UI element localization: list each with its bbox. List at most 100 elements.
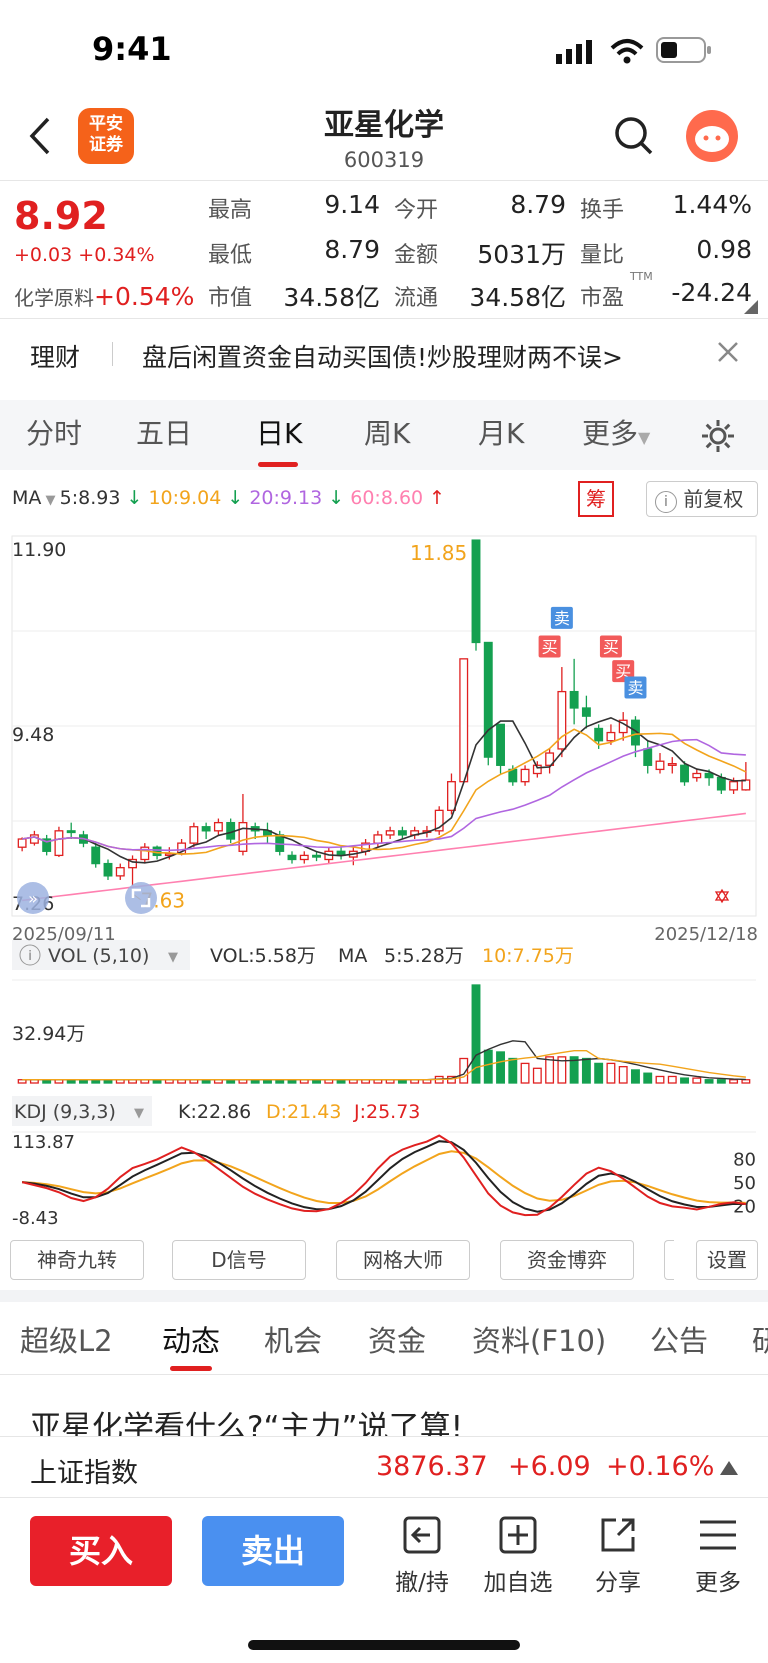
vol-bar — [667, 1075, 677, 1084]
indicator-d-signal[interactable]: D信号 — [172, 1240, 306, 1280]
amount-value: 5031万 — [477, 240, 566, 269]
quote-panel: 8.92 +0.03 +0.34% 化学原料+0.54% 最高 9.14 最低 … — [0, 182, 768, 318]
chart-start-date: 2025/09/11 — [12, 924, 116, 945]
open-label: 今开 — [394, 198, 439, 223]
tab-announcement[interactable]: 公告 — [650, 1318, 708, 1360]
gear-icon[interactable] — [700, 418, 736, 454]
ma20-value: 20:9.13 — [249, 487, 323, 509]
tab-monthly-k[interactable]: 月K — [478, 412, 524, 452]
tab-more[interactable]: 更多▼ — [582, 412, 650, 452]
search-icon[interactable] — [614, 116, 654, 156]
tab-daily-k[interactable]: 日K — [256, 412, 302, 452]
cancel-hold-tool[interactable]: 撤/持 — [382, 1515, 462, 1597]
candle-body — [373, 834, 383, 844]
share-tool[interactable]: 分享 — [578, 1515, 658, 1597]
battery-icon — [656, 37, 711, 63]
ma5-value: 5:8.93 — [59, 487, 121, 509]
candle-body — [643, 748, 653, 766]
candle-body — [66, 830, 76, 834]
vol-bar — [643, 1072, 653, 1084]
candle-body — [716, 776, 726, 791]
tab-news[interactable]: 动态 — [162, 1318, 220, 1360]
kdj-y-bottom: -8.43 — [12, 1208, 59, 1229]
candle-body — [17, 838, 27, 848]
float-label: 流通 — [394, 286, 439, 311]
tab-funds[interactable]: 资金 — [368, 1318, 426, 1360]
float-value: 34.58亿 — [469, 283, 566, 312]
promo-banner[interactable]: 理财 盘后闲置资金自动买国债!炒股理财两不误> — [0, 320, 768, 386]
tab-weekly-k[interactable]: 周K — [364, 412, 410, 452]
vol-bar — [532, 1067, 542, 1084]
fullscreen-icon — [125, 882, 157, 914]
chevron-up-icon[interactable] — [720, 1461, 738, 1475]
add-watchlist-icon — [499, 1516, 537, 1554]
candle-body — [680, 764, 689, 783]
vol-bar — [508, 1057, 518, 1084]
tab-intraday[interactable]: 分时 — [26, 412, 82, 452]
tab-research[interactable]: 研 — [752, 1318, 768, 1360]
indicator-settings[interactable]: 设置 — [696, 1240, 758, 1280]
vol-indicator-label: VOL (5,10) — [48, 945, 149, 967]
volume-chart[interactable]: i VOL (5,10) ▼ VOL:5.58万 MA 5:5.28万 10:7.75万 32… — [0, 940, 768, 1088]
chip-distribution-button[interactable]: 筹 — [578, 481, 614, 517]
ma20-line — [22, 738, 746, 852]
cancel-hold-icon — [403, 1516, 441, 1554]
vol-bar — [606, 1062, 616, 1084]
candle-body — [569, 690, 579, 709]
candle-body — [704, 772, 714, 779]
indicator-nine-turn[interactable]: 神奇九转 — [10, 1240, 144, 1280]
ma10-line — [22, 728, 747, 855]
more-tool[interactable]: 更多 — [678, 1515, 758, 1597]
home-indicator — [248, 1640, 520, 1650]
buy-signal-text: 买 — [542, 638, 558, 657]
vol-bar — [655, 1075, 665, 1084]
kdj-level-80: 80 — [733, 1150, 756, 1171]
scroll-left-glyph: » — [28, 889, 38, 908]
index-value: 3876.37 — [376, 1451, 488, 1482]
candle-body — [213, 821, 223, 832]
candlestick-chart[interactable]: 11.909.487.2611.857.63买卖买买卖» — [0, 526, 768, 926]
pe-label: 市盈 — [580, 286, 625, 311]
status-time: 9:41 — [92, 30, 172, 68]
vol-bar — [631, 1069, 640, 1084]
ma60-value: 60:8.60 — [350, 487, 424, 509]
vol-bar — [520, 1062, 530, 1084]
indicator-grid-master[interactable]: 网格大师 — [336, 1240, 470, 1280]
banner-tag: 理财 — [30, 343, 81, 372]
index-bar[interactable]: 上证指数 3876.37 +6.09 +0.16% — [0, 1436, 768, 1498]
mcap-value: 34.58亿 — [283, 283, 380, 312]
wifi-icon — [610, 39, 644, 64]
amount-label: 金额 — [394, 243, 439, 268]
candle-body — [91, 846, 101, 865]
buy-button[interactable]: 买入 — [30, 1516, 172, 1586]
index-change: +6.09 — [508, 1451, 591, 1482]
price-change: +0.03 +0.34% — [14, 244, 155, 266]
indicator-fund-game[interactable]: 资金博弈 — [500, 1240, 634, 1280]
sector-info[interactable]: 化学原料+0.54% — [14, 282, 194, 311]
candle-body — [594, 727, 604, 742]
sell-button[interactable]: 卖出 — [202, 1516, 344, 1586]
expand-corner-icon[interactable] — [744, 300, 758, 314]
vol-bar — [496, 1051, 505, 1084]
close-icon[interactable] — [716, 340, 740, 364]
kdj-chart[interactable]: KDJ (9,3,3) ▼ K:22.86 D:21.43 J:25.73 113.87 -… — [0, 1096, 768, 1232]
candle-body — [581, 707, 591, 717]
adjust-mode-button[interactable]: i 前复权 — [646, 481, 758, 517]
candle-body — [520, 768, 530, 783]
y-top-label: 11.90 — [12, 539, 66, 561]
tab-opportunity[interactable]: 机会 — [264, 1318, 322, 1360]
open-value: 8.79 — [510, 190, 566, 219]
pe-value: -24.24 — [671, 278, 752, 307]
info-icon: i — [655, 491, 677, 513]
tab-f10[interactable]: 资料(F10) — [472, 1318, 606, 1360]
kdj-y-top: 113.87 — [12, 1132, 75, 1153]
assistant-avatar-icon[interactable] — [684, 108, 740, 164]
candle-body — [667, 763, 677, 766]
tab-super-l2[interactable]: 超级L2 — [20, 1318, 113, 1360]
ma-legend: MA ▼ 5:8.93 ↓ 10:9.04 ↓ 20:9.13 ↓ 60:8.6… — [12, 487, 446, 509]
active-tab-indicator — [258, 462, 298, 467]
volratio-label: 量比 — [580, 243, 625, 268]
indicator-partial[interactable] — [664, 1240, 674, 1280]
add-watchlist-tool[interactable]: 加自选 — [478, 1515, 558, 1597]
tab-five-day[interactable]: 五日 — [136, 412, 192, 452]
